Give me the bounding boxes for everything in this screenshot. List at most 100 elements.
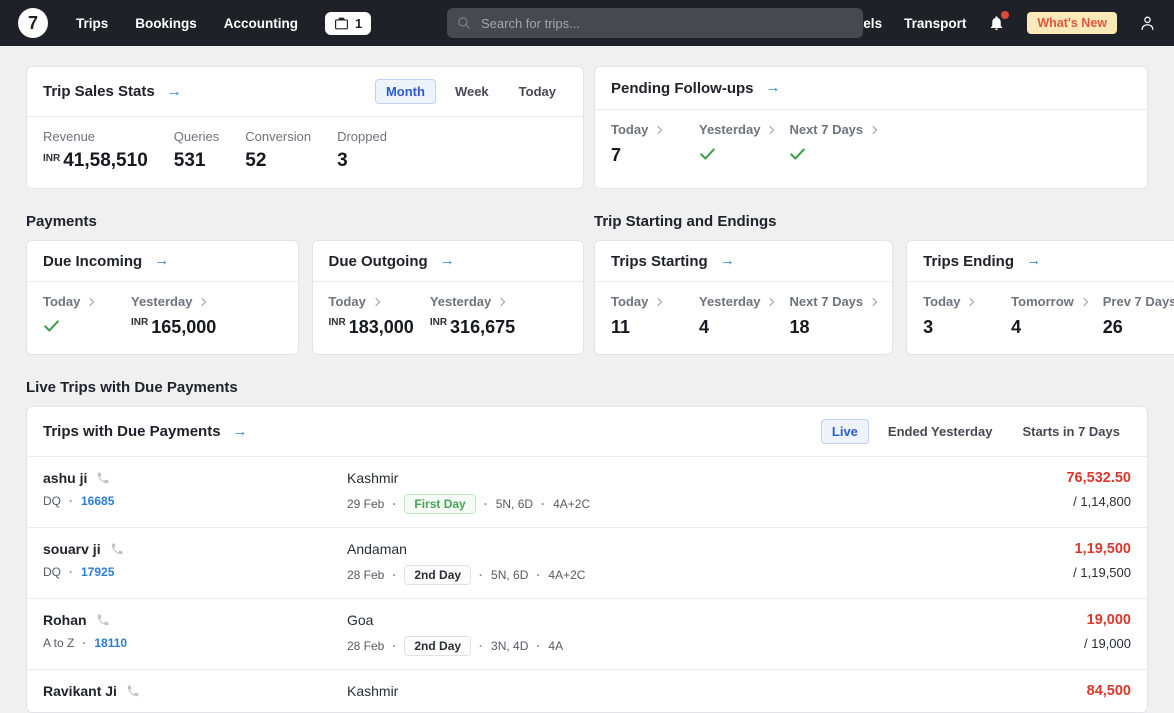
pending-followups-title: Pending Follow-ups: [611, 80, 754, 97]
tab-today[interactable]: Today: [508, 79, 567, 104]
top-navbar: 7 Trips Bookings Accounting 1 Hotels Tra…: [0, 0, 1174, 46]
due-amount: 1,19,500: [981, 541, 1131, 557]
due-incoming-title: Due Incoming: [43, 253, 142, 270]
trips-ending-card: Trips Ending Today 3 Tomorrow 4: [906, 240, 1174, 355]
trip-duration: 5N, 6D: [491, 568, 528, 582]
tab-starts-in-7-days[interactable]: Starts in 7 Days: [1011, 419, 1131, 444]
nav-transport[interactable]: Transport: [904, 16, 966, 31]
cart-count: 1: [355, 16, 362, 31]
trip-id-link[interactable]: 16685: [81, 494, 114, 508]
col-label-link[interactable]: Yesterday: [699, 122, 773, 137]
trip-date: 28 Feb: [347, 568, 384, 582]
tab-ended-yesterday[interactable]: Ended Yesterday: [877, 419, 1004, 444]
client-name-link[interactable]: Ravikant Ji: [43, 683, 347, 699]
trip-id-link[interactable]: 18110: [94, 636, 127, 650]
stat-value: 531: [174, 150, 206, 171]
col-value: 183,000: [349, 317, 414, 338]
phone-icon[interactable]: [126, 684, 140, 698]
trip-pax: 4A: [548, 639, 563, 653]
stat-value: 41,58,510: [63, 150, 148, 171]
trip-destination: Andaman: [347, 541, 981, 557]
dot-separator: [479, 639, 483, 653]
phone-icon[interactable]: [96, 471, 110, 485]
trip-row[interactable]: souarv ji DQ17925 Andaman 28 Feb2nd Day5…: [27, 527, 1147, 598]
trip-row[interactable]: Ravikant Ji Kashmir 84,500: [27, 669, 1147, 712]
live-trips-heading: Live Trips with Due Payments: [26, 379, 1148, 396]
primary-nav: Trips Bookings Accounting: [76, 16, 298, 31]
due-incoming-card: Due Incoming Today Yesterday INR165,000: [26, 240, 299, 355]
nav-accounting[interactable]: Accounting: [224, 16, 298, 31]
trip-day-badge: 2nd Day: [404, 636, 471, 656]
dot-separator: [541, 497, 545, 511]
whats-new-button[interactable]: What's New: [1027, 12, 1117, 34]
chevron-right-icon: [766, 125, 774, 133]
col-label-link[interactable]: Prev 7 Days: [1103, 294, 1174, 309]
trip-id-link[interactable]: 17925: [81, 565, 114, 579]
col-value: 7: [611, 144, 683, 166]
app-logo[interactable]: 7: [18, 8, 48, 38]
trip-pax: 4A+2C: [548, 568, 585, 582]
col-label-link[interactable]: Yesterday: [430, 294, 515, 309]
ending-tomorrow: Tomorrow 4: [1011, 294, 1087, 338]
col-label-link[interactable]: Today: [611, 122, 683, 137]
ending-prev7days: Prev 7 Days 26: [1103, 294, 1174, 338]
dot-separator: [69, 565, 73, 579]
chevron-right-icon: [372, 297, 380, 305]
col-label-link[interactable]: Next 7 Days: [789, 122, 876, 137]
check-icon: [789, 145, 806, 166]
phone-icon[interactable]: [110, 542, 124, 556]
trip-start-end-heading: Trip Starting and Endings: [594, 213, 1174, 230]
tab-live[interactable]: Live: [821, 419, 869, 444]
trip-cart-badge[interactable]: 1: [325, 12, 371, 35]
starting-yesterday: Yesterday 4: [699, 294, 773, 338]
trip-sales-period-tabs: Month Week Today: [375, 79, 567, 104]
dot-separator: [479, 568, 483, 582]
followups-today: Today 7: [611, 122, 683, 166]
stat-queries: Queries 531: [174, 129, 220, 172]
col-value: 3: [923, 316, 995, 338]
col-label-link[interactable]: Today: [329, 294, 414, 309]
trip-destination: Kashmir: [347, 683, 981, 699]
trips-due-payments-card: Trips with Due Payments Live Ended Yeste…: [26, 406, 1148, 713]
tab-week[interactable]: Week: [444, 79, 500, 104]
dot-separator: [392, 639, 396, 653]
col-label-link[interactable]: Tomorrow: [1011, 294, 1087, 309]
trips-starting-arrow-icon[interactable]: [720, 252, 735, 270]
trip-source: DQ: [43, 565, 61, 579]
dot-separator: [392, 497, 396, 511]
trip-source: A to Z: [43, 636, 74, 650]
trips-due-payments-arrow-icon[interactable]: [233, 423, 248, 441]
stat-value: 52: [245, 150, 266, 171]
currency-label: INR: [430, 317, 447, 328]
pending-followups-arrow-icon[interactable]: [766, 79, 781, 97]
client-name-link[interactable]: souarv ji: [43, 541, 347, 557]
client-name-link[interactable]: Rohan: [43, 612, 347, 628]
dot-separator: [69, 494, 73, 508]
col-label-link[interactable]: Yesterday: [131, 294, 216, 309]
search-input[interactable]: [479, 15, 853, 32]
notification-dot: [1001, 11, 1009, 19]
nav-bookings[interactable]: Bookings: [135, 16, 197, 31]
nav-trips[interactable]: Trips: [76, 16, 108, 31]
tab-month[interactable]: Month: [375, 79, 436, 104]
col-label-link[interactable]: Today: [611, 294, 683, 309]
total-amount: / 19,000: [981, 636, 1131, 651]
trip-destination: Goa: [347, 612, 981, 628]
col-label-link[interactable]: Yesterday: [699, 294, 773, 309]
trip-sales-arrow-icon[interactable]: [167, 83, 182, 101]
trips-ending-arrow-icon[interactable]: [1026, 252, 1041, 270]
trip-row[interactable]: ashu ji DQ16685 Kashmir 29 FebFirst Day5…: [27, 457, 1147, 527]
chevron-right-icon: [497, 297, 505, 305]
col-value: 165,000: [151, 317, 216, 338]
col-label-link[interactable]: Next 7 Days: [789, 294, 876, 309]
due-incoming-arrow-icon[interactable]: [154, 252, 169, 270]
col-label-link[interactable]: Today: [43, 294, 115, 309]
notification-bell-icon[interactable]: [988, 14, 1005, 32]
col-label-link[interactable]: Today: [923, 294, 995, 309]
client-name-link[interactable]: ashu ji: [43, 470, 347, 486]
trip-day-badge: First Day: [404, 494, 475, 514]
trip-duration: 5N, 6D: [496, 497, 533, 511]
due-outgoing-arrow-icon[interactable]: [440, 252, 455, 270]
trip-row[interactable]: Rohan A to Z18110 Goa 28 Feb2nd Day3N, 4…: [27, 598, 1147, 669]
user-account-icon[interactable]: [1139, 14, 1156, 32]
